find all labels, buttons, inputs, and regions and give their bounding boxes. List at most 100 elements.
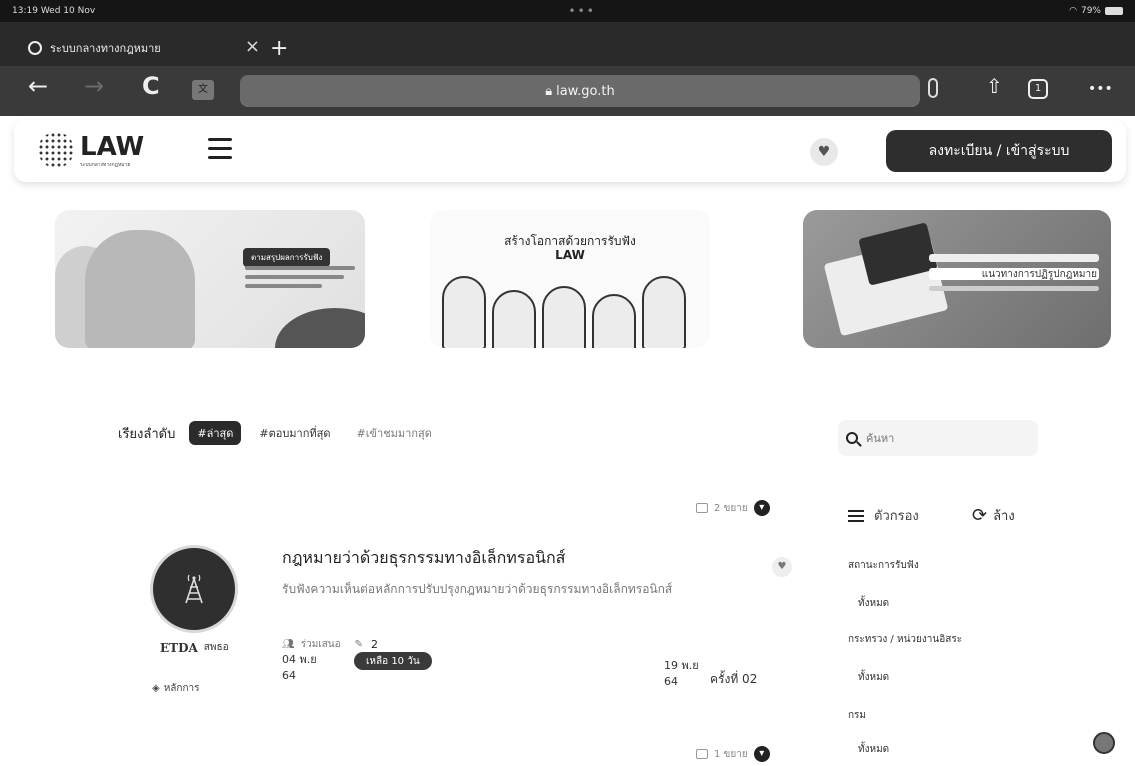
sort-option-most-viewed[interactable]: #เข้าชมมากสุด	[349, 421, 440, 445]
browser-tab[interactable]: ระบบกลางทางกฎหมาย ×	[28, 34, 260, 62]
microphone-icon[interactable]	[928, 78, 938, 98]
banner-illustration-person	[85, 230, 195, 348]
filter-icon	[848, 509, 864, 522]
status-time: 13:19	[12, 6, 38, 16]
law-title[interactable]: กฎหมายว่าด้วยธุรกรรมทางอิเล็กทรอนิกส์	[282, 546, 565, 571]
tab-overview-icon[interactable]: 1	[1028, 79, 1048, 99]
diamond-icon: ◈	[152, 683, 160, 694]
logo-wordmark: LAW ระบบกลางทางกฎหมาย	[80, 132, 144, 168]
comment-icon: ✎	[354, 639, 364, 650]
reload-button[interactable]: C	[142, 74, 160, 98]
share-icon[interactable]: ⇧	[986, 76, 1003, 96]
org-name: สพธอ	[203, 642, 229, 653]
translate-icon[interactable]: 文	[192, 80, 214, 100]
banner-illustration-person	[442, 276, 486, 348]
law-description: รับฟังความเห็นต่อหลักการปรับปรุงกฎหมายว่…	[282, 582, 673, 596]
chat-helper-icon[interactable]	[1093, 732, 1115, 754]
banner-illustration-person	[592, 294, 636, 348]
banner-2[interactable]: สร้างโอกาสด้วยการรับฟัง LAW	[430, 210, 710, 348]
start-date: 04 พ.ย 64	[282, 652, 317, 684]
filter-department-label: กรม	[848, 710, 867, 721]
search-icon	[846, 432, 858, 444]
close-tab-icon[interactable]: ×	[245, 38, 260, 56]
status-time-date: 13:19 Wed 10 Nov	[12, 6, 95, 16]
filter-header[interactable]: ตัวกรอง	[848, 505, 919, 526]
image-icon	[696, 503, 708, 513]
banner-text-line	[929, 254, 1099, 262]
filter-status-value[interactable]: ทั้งหมด	[858, 596, 889, 611]
logo-text: LAW	[80, 132, 145, 162]
antenna-tower-icon	[185, 574, 203, 604]
banner-1[interactable]: ตามสรุปผลการรับฟัง	[55, 210, 365, 348]
login-register-button[interactable]: ลงทะเบียน / เข้าสู่ระบบ	[886, 130, 1112, 172]
search-box[interactable]	[838, 420, 1038, 456]
proposal-label: ร่วมเสนอ	[300, 639, 341, 650]
banner-illustration-person	[492, 290, 536, 348]
banner-tag: ตามสรุปผลการรับฟัง	[243, 248, 331, 267]
multitask-dots[interactable]: •••	[569, 4, 596, 18]
end-date-day: 19 พ.ย	[664, 659, 699, 672]
sort-label: เรียงลำดับ	[118, 426, 176, 442]
logo-subtitle: ระบบกลางทางกฎหมาย	[80, 162, 131, 168]
hamburger-menu-icon[interactable]	[208, 138, 232, 160]
banner-illustration-person	[542, 286, 586, 348]
people-icon: 👥︎	[282, 639, 295, 650]
favorites-heart-icon[interactable]: ♥	[810, 138, 838, 166]
address-bar[interactable]: 🔒︎ law.go.th	[240, 75, 920, 107]
search-input[interactable]	[866, 431, 1016, 445]
reset-filters-button[interactable]: ⟳ ล้าง	[972, 505, 1015, 526]
browser-toolbar: ← → C 文 🔒︎ law.go.th ⇧ 1 •••	[0, 66, 1135, 116]
end-date: 19 พ.ย 64	[664, 658, 699, 690]
org-short-logo: ETDA	[160, 640, 198, 655]
org-label: ETDA สพธอ	[160, 640, 229, 655]
battery-percent: 79%	[1080, 6, 1101, 16]
logo-dots-icon	[38, 132, 74, 168]
status-right: ◠ 79%	[1069, 6, 1123, 16]
banner-title-text: แนวทางการปฏิรูปกฎหมาย	[981, 269, 1097, 280]
banner-text-line	[929, 286, 1099, 291]
wifi-icon: ◠	[1069, 6, 1077, 16]
browser-tab-bar: ระบบกลางทางกฎหมาย × +	[0, 22, 1135, 66]
expand-label: 2 ขยาย	[714, 502, 748, 514]
filter-status-label: สถานะการรับฟัง	[848, 560, 919, 571]
refresh-icon: ⟳	[972, 504, 988, 526]
sort-option-latest[interactable]: #ล่าสุด	[189, 421, 242, 445]
start-date-year: 64	[282, 669, 296, 682]
chevron-down-icon[interactable]: ▾	[753, 500, 770, 516]
more-menu-icon[interactable]: •••	[1088, 82, 1113, 96]
tab-title: ระบบกลางทางกฎหมาย	[50, 42, 161, 55]
banner-decoration	[275, 308, 365, 348]
org-avatar[interactable]	[150, 545, 238, 633]
category-badge: ◈ หลักการ	[152, 681, 200, 696]
filter-title: ตัวกรอง	[874, 509, 919, 524]
ios-status-bar: 13:19 Wed 10 Nov ••• ◠ 79%	[0, 0, 1135, 22]
forward-button[interactable]: →	[84, 74, 104, 98]
banner-text-lines	[245, 266, 355, 293]
expand-row[interactable]: 1 ขยาย ▾	[696, 746, 770, 762]
category-label: หลักการ	[163, 683, 200, 694]
banner-logo: LAW	[555, 248, 585, 262]
site-logo[interactable]: LAW ระบบกลางทางกฎหมาย	[38, 132, 144, 168]
sort-bar: เรียงลำดับ #ล่าสุด #ตอบมากที่สุด #เข้าชม…	[118, 420, 440, 446]
remaining-days-badge: เหลือ 10 วัน	[354, 652, 432, 670]
favorite-heart-icon[interactable]: ♥	[772, 557, 792, 577]
end-date-year: 64	[664, 675, 678, 688]
expand-label: 1 ขยาย	[714, 748, 748, 760]
new-tab-button[interactable]: +	[270, 38, 288, 60]
filter-ministry-value[interactable]: ทั้งหมด	[858, 670, 889, 685]
address-url: law.go.th	[556, 83, 615, 99]
back-button[interactable]: ←	[28, 74, 48, 98]
sort-option-most-replied[interactable]: #ตอบมากที่สุด	[251, 421, 338, 445]
filter-ministry-label: กระทรวง / หน่วยงานอิสระ	[848, 634, 963, 645]
law-meta: 👥︎ ร่วมเสนอ ✎ 2	[282, 637, 378, 652]
expand-row[interactable]: 2 ขยาย ▾	[696, 500, 770, 516]
reset-label: ล้าง	[993, 509, 1015, 524]
comment-count: 2	[371, 638, 379, 651]
banner-3[interactable]: แนวทางการปฏิรูปกฎหมาย	[803, 210, 1111, 348]
image-icon	[696, 749, 708, 759]
filter-department-value[interactable]: ทั้งหมด	[858, 742, 889, 757]
status-date: Wed 10 Nov	[40, 6, 96, 16]
site-header: LAW ระบบกลางทางกฎหมาย ♥ ลงทะเบียน / เข้า…	[14, 120, 1126, 182]
battery-icon	[1104, 7, 1123, 15]
chevron-down-icon[interactable]: ▾	[753, 746, 770, 762]
